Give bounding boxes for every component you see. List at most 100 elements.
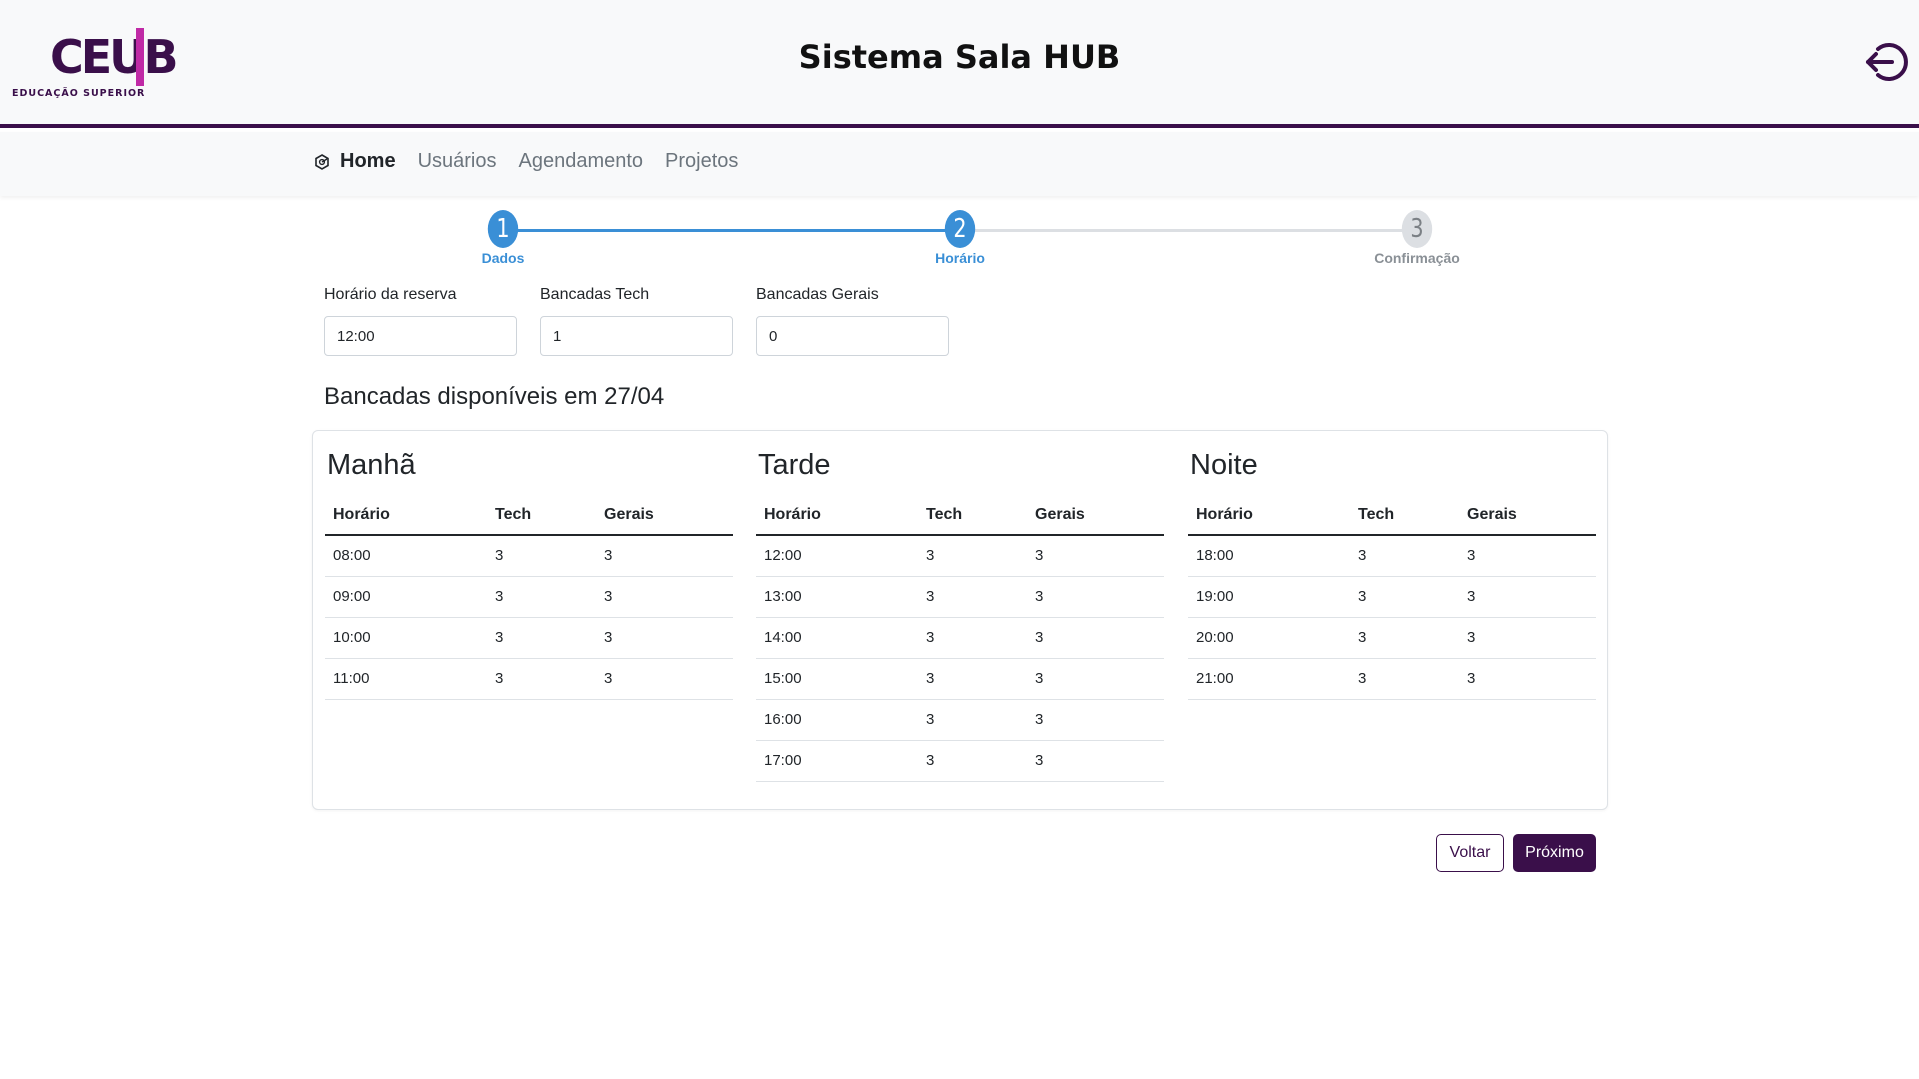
table-cell: 3 <box>1027 740 1164 782</box>
table-cell: 19:00 <box>1188 576 1350 618</box>
step-number: 2 <box>944 210 976 248</box>
table-cell: 17:00 <box>756 740 918 782</box>
table-cell: 3 <box>1027 617 1164 659</box>
table-cell: 3 <box>918 576 1027 618</box>
table-cell: 3 <box>1350 658 1459 700</box>
column-header: Gerais <box>1027 495 1164 536</box>
step-dados: 1 Dados <box>443 210 563 266</box>
table-row: 18:00 3 3 <box>1188 535 1596 577</box>
app-header: CEUB EDUCAÇÃO SUPERIOR Sistema Sala HUB <box>0 0 1919 128</box>
period-title: Manhã <box>327 449 416 481</box>
nav-item-projetos[interactable]: Projetos <box>665 150 738 173</box>
back-button[interactable]: Voltar <box>1436 834 1504 872</box>
table-cell: 3 <box>1027 658 1164 700</box>
table-row: 21:00 3 3 <box>1188 658 1596 700</box>
table-cell: 3 <box>487 617 596 659</box>
table-cell: 15:00 <box>756 658 918 700</box>
table-cell: 13:00 <box>756 576 918 618</box>
table-row: 09:00 3 3 <box>325 576 733 618</box>
table-row: 20:00 3 3 <box>1188 617 1596 659</box>
step-horario: 2 Horário <box>900 210 1020 266</box>
table-row: 11:00 3 3 <box>325 658 733 700</box>
period-title: Tarde <box>758 449 831 481</box>
availability-title: Bancadas disponíveis em 27/04 <box>324 383 665 410</box>
table-row: 19:00 3 3 <box>1188 576 1596 618</box>
table-row: 15:00 3 3 <box>756 658 1164 700</box>
table-header-row: Horário Tech Gerais <box>756 495 1164 536</box>
availability-table: Horário Tech Gerais 18:00 3 3 19:00 3 3 20:00 3 3 21… <box>1188 495 1596 700</box>
horario-group: Horário da reserva <box>324 286 517 356</box>
home-icon <box>315 153 329 170</box>
stepper-line-complete <box>503 229 960 232</box>
table-row: 17:00 3 3 <box>756 740 1164 782</box>
tech-input[interactable] <box>540 316 733 356</box>
column-header: Tech <box>918 495 1027 536</box>
table-cell: 3 <box>487 658 596 700</box>
table-cell: 3 <box>918 617 1027 659</box>
table-cell: 3 <box>1350 576 1459 618</box>
logout-icon <box>1866 43 1908 81</box>
column-header: Horário <box>325 495 487 536</box>
table-cell: 3 <box>596 576 733 618</box>
horario-label: Horário da reserva <box>324 286 457 303</box>
table-cell: 3 <box>596 535 733 577</box>
logo-subtitle: EDUCAÇÃO SUPERIOR <box>12 88 146 99</box>
progress-stepper: 1 Dados 2 Horário 3 Confirmação <box>0 210 1919 270</box>
step-label: Dados <box>481 250 525 266</box>
table-cell: 3 <box>596 617 733 659</box>
step-label: Horário <box>935 250 985 266</box>
horario-input[interactable] <box>324 316 517 356</box>
table-cell: 3 <box>487 576 596 618</box>
nav-item-agendamento[interactable]: Agendamento <box>519 150 644 173</box>
table-cell: 12:00 <box>756 535 918 577</box>
availability-table: Horário Tech Gerais 08:00 3 3 09:00 3 3 10:00 3 3 11… <box>325 495 733 700</box>
step-confirmacao: 3 Confirmação <box>1357 210 1477 266</box>
table-row: 10:00 3 3 <box>325 617 733 659</box>
gerais-label: Bancadas Gerais <box>756 286 879 303</box>
table-cell: 3 <box>1027 576 1164 618</box>
step-label: Confirmação <box>1374 250 1460 266</box>
period-tarde: Tarde Horário Tech Gerais 12:00 3 3 13:00 3 3 14:0… <box>756 449 1164 782</box>
table-cell: 3 <box>1459 535 1596 577</box>
nav-item-usuarios[interactable]: Usuários <box>418 150 497 173</box>
table-cell: 3 <box>918 699 1027 741</box>
table-cell: 11:00 <box>325 658 487 700</box>
page-title: Sistema Sala HUB <box>798 38 1121 76</box>
table-cell: 20:00 <box>1188 617 1350 659</box>
nav-item-home[interactable]: Home <box>312 150 396 173</box>
availability-table: Horário Tech Gerais 12:00 3 3 13:00 3 3 14:00 3 3 15… <box>756 495 1164 782</box>
gerais-input[interactable] <box>756 316 949 356</box>
column-header: Gerais <box>596 495 733 536</box>
table-row: 13:00 3 3 <box>756 576 1164 618</box>
nav-label-home: Home <box>340 150 396 172</box>
table-cell: 10:00 <box>325 617 487 659</box>
tech-group: Bancadas Tech <box>540 286 733 356</box>
table-cell: 21:00 <box>1188 658 1350 700</box>
table-cell: 3 <box>1350 617 1459 659</box>
tech-label: Bancadas Tech <box>540 286 650 303</box>
column-header: Horário <box>1188 495 1350 536</box>
table-row: 12:00 3 3 <box>756 535 1164 577</box>
table-cell: 3 <box>918 740 1027 782</box>
column-header: Gerais <box>1459 495 1596 536</box>
table-cell: 09:00 <box>325 576 487 618</box>
availability-card: Manhã Horário Tech Gerais 08:00 3 3 09:00 3 3 10:0… <box>312 430 1608 810</box>
table-row: 08:00 3 3 <box>325 535 733 577</box>
table-cell: 3 <box>596 658 733 700</box>
column-header: Tech <box>1350 495 1459 536</box>
step-number: 1 <box>487 210 519 248</box>
table-cell: 18:00 <box>1188 535 1350 577</box>
main-nav: Home Usuários Agendamento Projetos <box>0 132 1919 196</box>
period-manha: Manhã Horário Tech Gerais 08:00 3 3 09:00 3 3 10:0… <box>325 449 733 700</box>
table-cell: 14:00 <box>756 617 918 659</box>
next-button[interactable]: Próximo <box>1513 834 1596 872</box>
table-cell: 3 <box>1459 576 1596 618</box>
table-header-row: Horário Tech Gerais <box>325 495 733 536</box>
table-cell: 3 <box>1350 535 1459 577</box>
period-title: Noite <box>1190 449 1258 481</box>
table-cell: 16:00 <box>756 699 918 741</box>
table-cell: 3 <box>1027 699 1164 741</box>
table-header-row: Horário Tech Gerais <box>1188 495 1596 536</box>
table-cell: 3 <box>1459 617 1596 659</box>
logout-button[interactable] <box>1864 40 1908 84</box>
